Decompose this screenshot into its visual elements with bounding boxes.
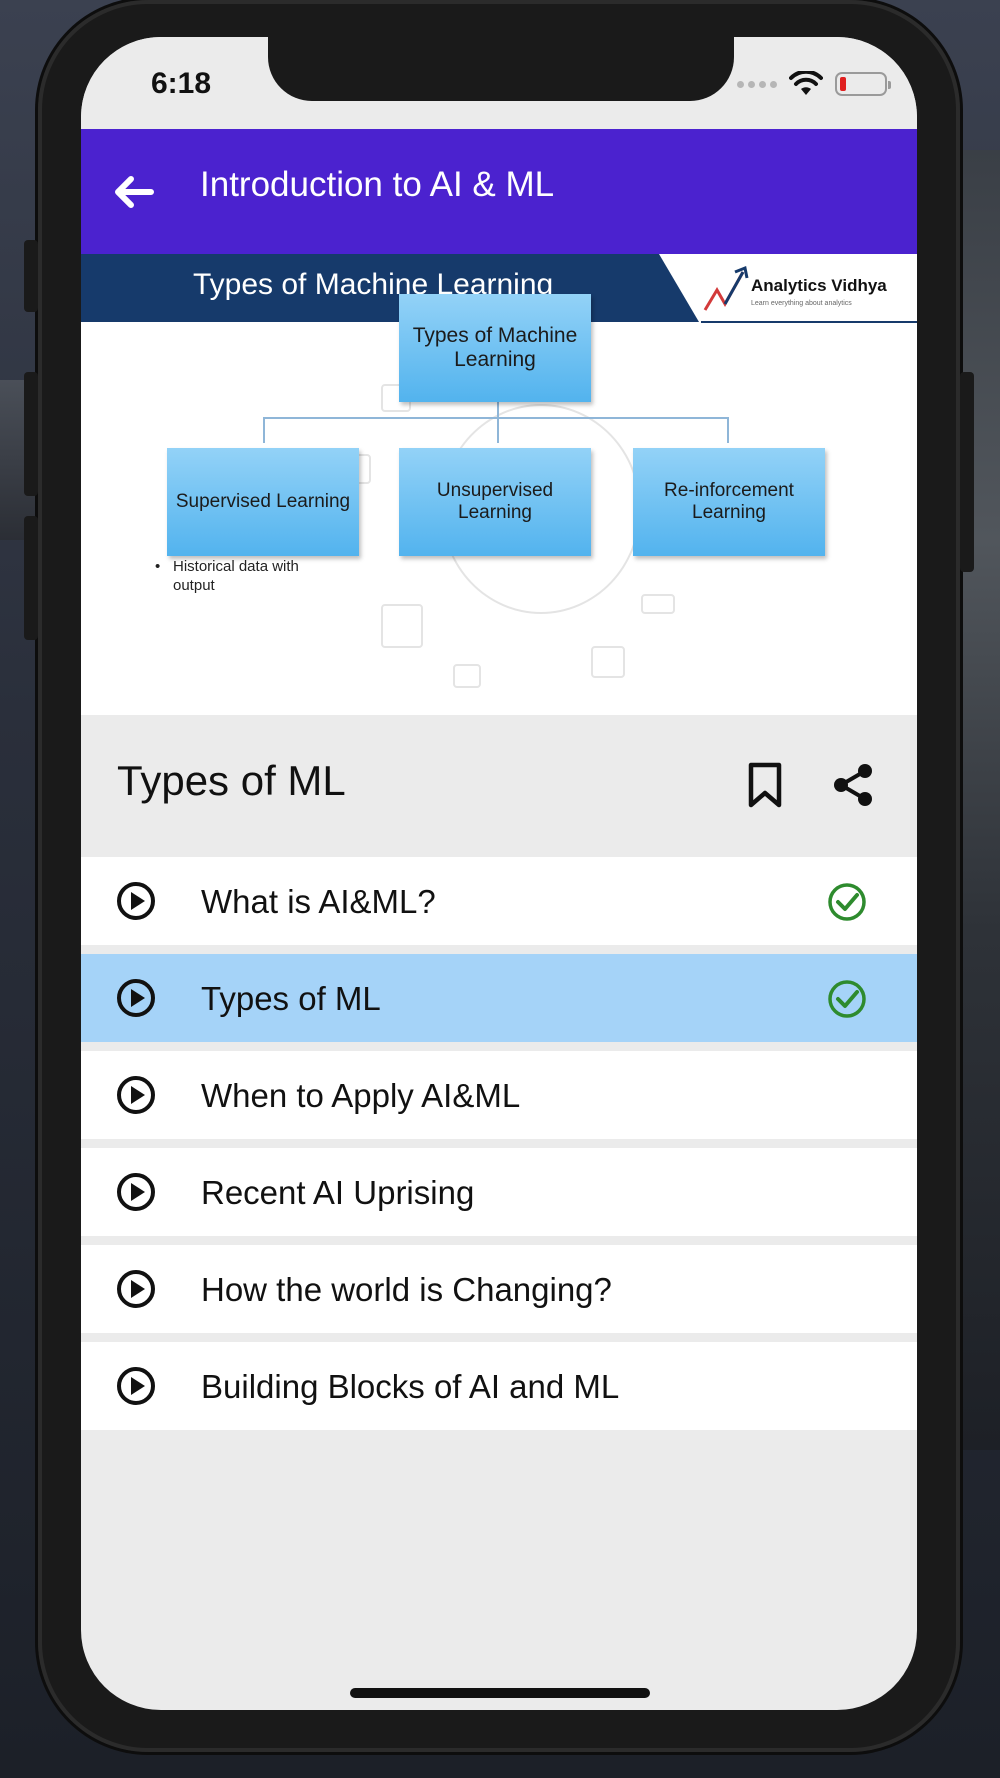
check-circle-icon xyxy=(828,883,866,921)
faint-camera-icon xyxy=(641,594,675,614)
lesson-item-label: When to Apply AI&ML xyxy=(201,1077,521,1114)
analytics-vidhya-logo-icon xyxy=(703,265,749,311)
power-button xyxy=(960,372,974,572)
slide-divider xyxy=(701,321,917,323)
faint-briefcase-icon xyxy=(453,664,481,688)
phone-screen: 6:18 Introduction to AI & ML Types of Ma… xyxy=(81,37,917,1710)
arrow-left-icon[interactable] xyxy=(109,167,159,217)
slide-bullet-text: Historical data with output xyxy=(155,558,333,596)
faint-robot-icon xyxy=(591,646,625,678)
connector-line xyxy=(497,417,499,443)
lesson-item-what-is-aiml[interactable]: What is AI&ML? xyxy=(81,857,917,945)
lesson-item-types-of-ml[interactable]: Types of ML xyxy=(81,954,917,1042)
status-bar: 6:18 xyxy=(81,37,917,129)
battery-level xyxy=(840,77,846,91)
mute-switch xyxy=(24,240,38,312)
volume-down-button xyxy=(24,516,38,640)
lesson-slide-image: Types of Machine Learning Analytics Vidh… xyxy=(81,254,917,715)
lesson-item-label: Recent AI Uprising xyxy=(201,1174,475,1211)
lesson-item-when-to-apply[interactable]: When to Apply AI&ML xyxy=(81,1051,917,1139)
lesson-list: What is AI&ML? Types of ML When to Apply… xyxy=(81,857,917,1439)
lesson-item-label: What is AI&ML? xyxy=(201,883,436,920)
volume-up-button xyxy=(24,372,38,496)
lesson-item-label: Building Blocks of AI and ML xyxy=(201,1368,620,1405)
wifi-icon xyxy=(789,71,823,95)
share-icon[interactable] xyxy=(831,763,875,807)
play-circle-icon xyxy=(117,1173,155,1211)
lesson-item-label: How the world is Changing? xyxy=(201,1271,612,1308)
battery-icon xyxy=(835,72,891,96)
cellular-signal-icon xyxy=(737,80,777,88)
connector-line xyxy=(263,417,265,443)
check-circle-icon xyxy=(828,980,866,1018)
slide-logo-tagline: Learn everything about analytics xyxy=(751,300,852,307)
lesson-title: Types of ML xyxy=(117,757,346,804)
connector-line xyxy=(263,417,727,419)
status-time: 6:18 xyxy=(151,67,212,100)
home-indicator[interactable] xyxy=(350,1688,650,1698)
bookmark-icon[interactable] xyxy=(745,761,785,809)
play-circle-icon xyxy=(117,979,155,1017)
play-circle-icon xyxy=(117,1367,155,1405)
faint-building-icon xyxy=(381,604,423,648)
connector-line xyxy=(727,417,729,443)
diagram-box-reinforcement: Re-inforcement Learning xyxy=(633,448,825,556)
lesson-item-recent-ai-uprising[interactable]: Recent AI Uprising xyxy=(81,1148,917,1236)
notch xyxy=(268,37,734,101)
lesson-item-label: Types of ML xyxy=(201,980,381,1017)
diagram-box-supervised: Supervised Learning xyxy=(167,448,359,556)
page-title: Introduction to AI & ML xyxy=(200,165,555,204)
lesson-header: Types of ML xyxy=(81,715,917,849)
status-icons xyxy=(737,71,891,97)
play-circle-icon xyxy=(117,882,155,920)
play-circle-icon xyxy=(117,1076,155,1114)
slide-logo-name: Analytics Vidhya xyxy=(751,276,887,295)
diagram-root-box: Types of Machine Learning xyxy=(399,294,591,402)
lesson-item-world-changing[interactable]: How the world is Changing? xyxy=(81,1245,917,1333)
lesson-item-building-blocks[interactable]: Building Blocks of AI and ML xyxy=(81,1342,917,1430)
diagram-box-unsupervised: Unsupervised Learning xyxy=(399,448,591,556)
play-circle-icon xyxy=(117,1270,155,1308)
app-header: Introduction to AI & ML xyxy=(81,129,917,254)
